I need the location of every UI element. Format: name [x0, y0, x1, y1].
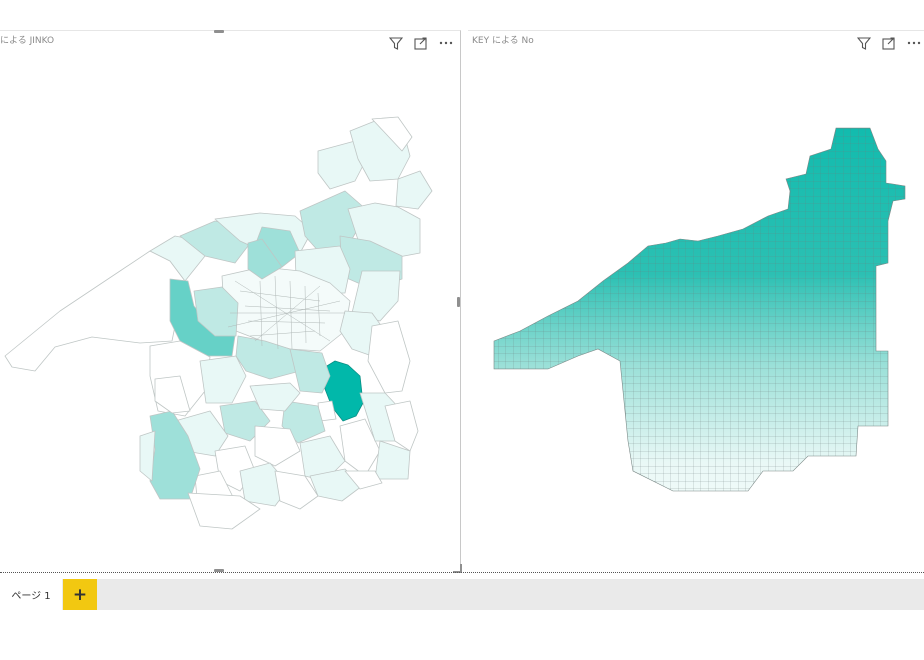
jinko-filled-map-visual[interactable]: による JINKO: [0, 30, 462, 573]
region-east-tall[interactable]: [367, 320, 411, 394]
resize-handle-right[interactable]: [457, 297, 460, 307]
region-south-mid[interactable]: [289, 348, 331, 394]
osaka-municipal-map: [4, 116, 433, 530]
region-south-west-a[interactable]: [199, 355, 247, 404]
region-southwest-c[interactable]: [139, 430, 156, 482]
plus-icon: +: [72, 584, 88, 605]
page-tab[interactable]: ページ 1: [0, 579, 62, 610]
page-canvas-bottom-border: [0, 572, 924, 573]
region-northeast-d[interactable]: [395, 170, 433, 210]
report-top-bar: [0, 0, 924, 30]
page-tab-bar: ページ 1 +: [0, 579, 924, 610]
key-grid-map-visual[interactable]: KEY による No: [468, 30, 924, 571]
key-grid-map: [493, 127, 906, 492]
add-page-button[interactable]: +: [63, 579, 97, 610]
resize-handle-top[interactable]: [214, 30, 224, 33]
